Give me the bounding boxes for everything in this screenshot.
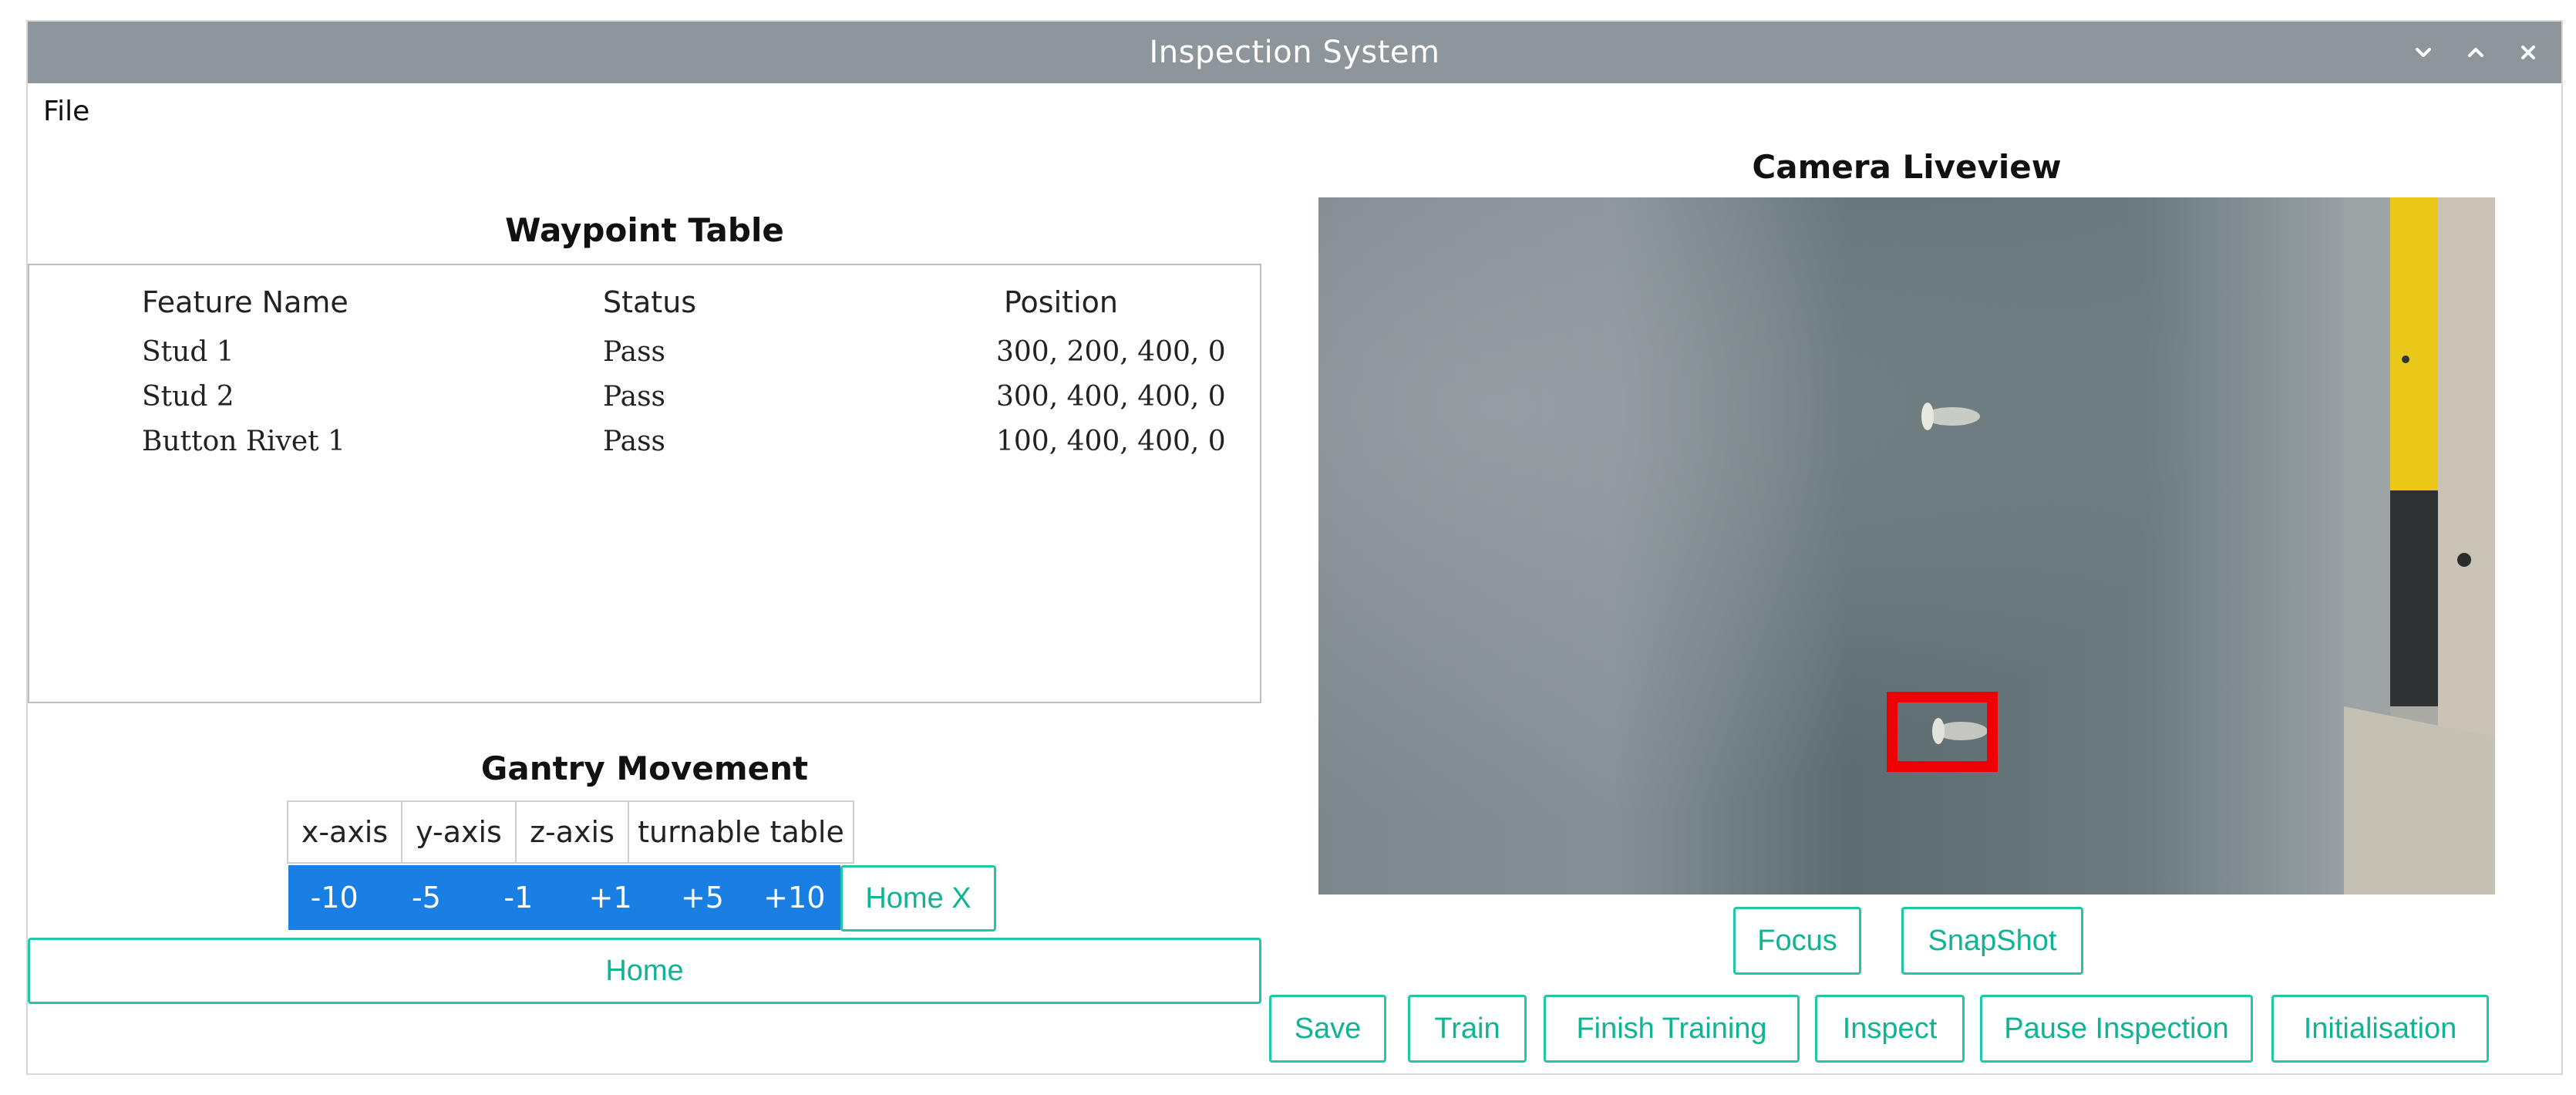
axis-tabs: x-axis y-axis z-axis turnable table (287, 800, 854, 864)
table-row[interactable]: Stud 1 Pass 300, 200, 400, 0 (29, 336, 1260, 375)
focus-button[interactable]: Focus (1733, 907, 1861, 975)
save-button[interactable]: Save (1269, 995, 1386, 1063)
step-minus-10-button[interactable]: -10 (288, 865, 380, 930)
initialisation-button[interactable]: Initialisation (2271, 995, 2489, 1063)
step-buttons: -10 -5 -1 +1 +5 +10 (288, 865, 840, 930)
cell-position: 300, 200, 400, 0 (996, 336, 1226, 368)
column-header-feature-name[interactable]: Feature Name (142, 285, 349, 319)
step-minus-5-button[interactable]: -5 (380, 865, 472, 930)
step-plus-1-button[interactable]: +1 (564, 865, 656, 930)
column-header-status[interactable]: Status (603, 285, 696, 319)
menu-file[interactable]: File (40, 93, 93, 130)
tab-z-axis[interactable]: z-axis (517, 802, 629, 862)
minimize-icon[interactable] (2410, 39, 2436, 66)
step-minus-1-button[interactable]: -1 (473, 865, 564, 930)
cell-status: Pass (603, 381, 666, 413)
step-plus-10-button[interactable]: +10 (749, 865, 840, 930)
camera-image (1318, 197, 2495, 895)
table-row[interactable]: Button Rivet 1 Pass 100, 400, 400, 0 (29, 426, 1260, 464)
tab-x-axis[interactable]: x-axis (288, 802, 402, 862)
inspect-button[interactable]: Inspect (1815, 995, 1965, 1063)
waypoint-table-header: Feature Name Status Position (29, 285, 1260, 324)
cell-feature-name: Stud 2 (142, 381, 234, 413)
train-button[interactable]: Train (1408, 995, 1527, 1063)
waypoint-table[interactable]: Feature Name Status Position Stud 1 Pass… (28, 264, 1261, 703)
cell-feature-name: Stud 1 (142, 336, 234, 368)
tab-turnable-table[interactable]: turnable table (629, 802, 853, 862)
menu-bar: File (28, 83, 2561, 139)
close-icon[interactable] (2515, 39, 2541, 66)
table-row[interactable]: Stud 2 Pass 300, 400, 400, 0 (29, 381, 1260, 419)
maximize-icon[interactable] (2463, 39, 2489, 66)
home-button[interactable]: Home (28, 938, 1261, 1004)
cell-status: Pass (603, 336, 666, 368)
finish-training-button[interactable]: Finish Training (1544, 995, 1800, 1063)
cell-feature-name: Button Rivet 1 (142, 426, 345, 457)
home-x-button[interactable]: Home X (840, 865, 996, 932)
gantry-movement-title: Gantry Movement (480, 750, 809, 787)
step-plus-5-button[interactable]: +5 (656, 865, 748, 930)
pause-inspection-button[interactable]: Pause Inspection (1980, 995, 2253, 1063)
app-window: Inspection System File Waypoint Table Fe… (26, 20, 2563, 1075)
cell-position: 100, 400, 400, 0 (996, 426, 1226, 457)
cell-position: 300, 400, 400, 0 (996, 381, 1226, 413)
title-bar[interactable]: Inspection System (28, 22, 2561, 83)
tab-y-axis[interactable]: y-axis (402, 802, 517, 862)
window-title: Inspection System (1149, 35, 1440, 70)
camera-liveview[interactable] (1318, 197, 2495, 895)
snapshot-button[interactable]: SnapShot (1901, 907, 2083, 975)
waypoint-table-title: Waypoint Table (505, 211, 784, 249)
cell-status: Pass (603, 426, 666, 457)
window-controls (2410, 22, 2541, 83)
column-header-position[interactable]: Position (1004, 285, 1118, 319)
camera-liveview-title: Camera Liveview (1752, 148, 2062, 186)
